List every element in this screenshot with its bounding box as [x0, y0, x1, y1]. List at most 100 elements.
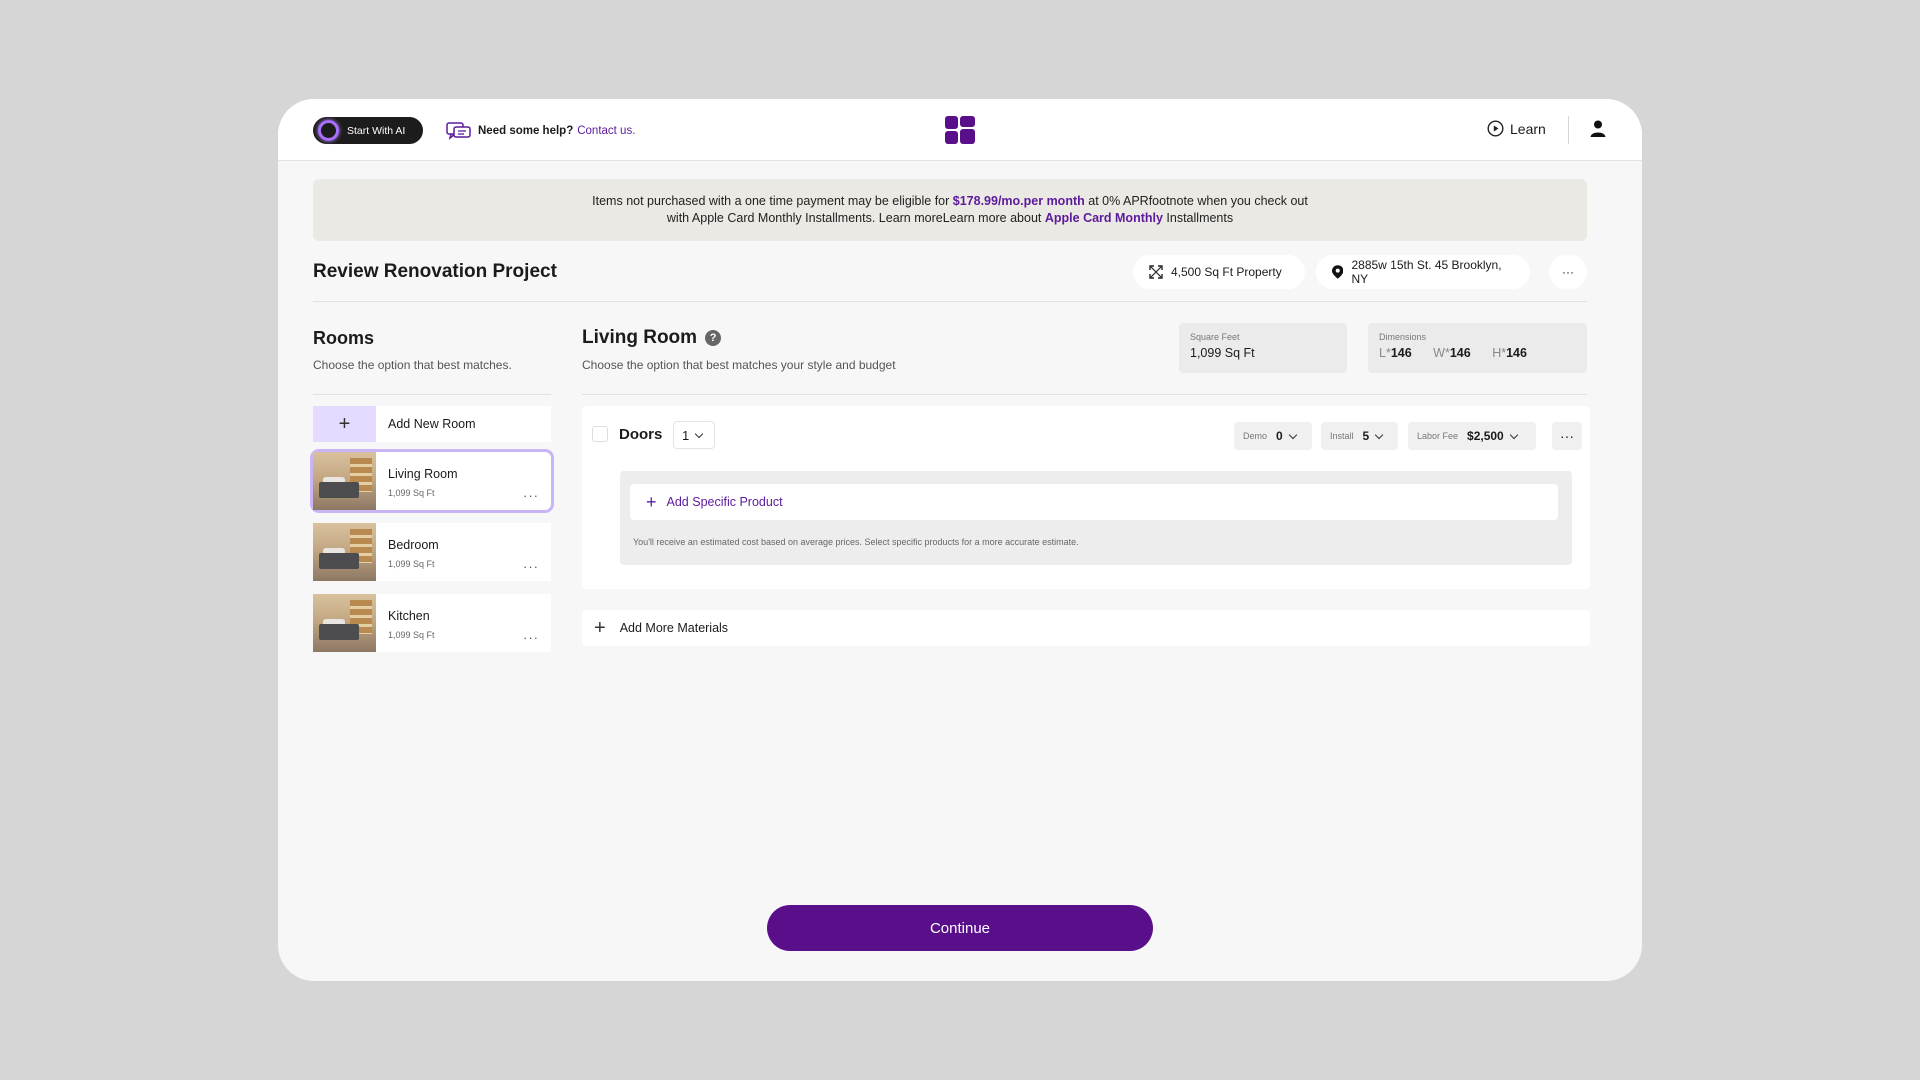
height-value: 146	[1506, 346, 1527, 360]
divider	[313, 301, 1587, 302]
plus-icon: +	[646, 491, 657, 512]
more-icon: ···	[1560, 428, 1574, 444]
estimate-note: You'll receive an estimated cost based o…	[633, 537, 1079, 547]
chevron-down-icon	[694, 429, 704, 438]
room-name: Living Room	[388, 467, 458, 481]
room-size: 1,099 Sq Ft	[388, 559, 435, 569]
banner-line-2: with Apple Card Monthly Installments. Le…	[313, 210, 1587, 227]
address-pill[interactable]: 2885w 15th St. 45 Brooklyn, NY	[1316, 255, 1530, 289]
property-size-label: 4,500 Sq Ft Property	[1171, 265, 1282, 279]
demo-select[interactable]: Demo 0	[1234, 422, 1312, 450]
chat-icon	[446, 122, 471, 140]
quantity-select[interactable]: 1	[673, 421, 715, 449]
more-icon[interactable]: ···	[523, 488, 539, 503]
learn-label: Learn	[1510, 120, 1546, 137]
divider	[582, 394, 1587, 395]
quantity-value: 1	[682, 427, 690, 443]
plus-icon: +	[313, 406, 376, 442]
room-size: 1,099 Sq Ft	[388, 488, 435, 498]
logo-icon	[945, 116, 975, 144]
banner-text: Items not purchased with a one time paym…	[592, 194, 953, 208]
project-more-button[interactable]: ···	[1549, 255, 1587, 289]
divider	[313, 394, 551, 395]
banner-line-1: Items not purchased with a one time paym…	[313, 193, 1587, 210]
banner-apple-card-link[interactable]: Apple Card Monthly	[1045, 211, 1163, 225]
room-item-living-room[interactable]: Living Room 1,099 Sq Ft ···	[310, 449, 554, 513]
learn-button[interactable]: Learn	[1487, 120, 1546, 137]
play-icon	[1487, 120, 1504, 137]
page-title: Review Renovation Project	[313, 261, 557, 282]
demo-label: Demo	[1243, 431, 1268, 441]
rooms-heading: Rooms	[313, 328, 375, 348]
room-thumbnail	[313, 594, 376, 652]
more-icon[interactable]: ···	[523, 559, 539, 574]
help-prompt: Need some help? Contact us.	[446, 121, 635, 141]
room-item-kitchen[interactable]: Kitchen 1,099 Sq Ft ···	[313, 594, 551, 652]
question-icon[interactable]: ?	[705, 330, 722, 346]
room-item-bedroom[interactable]: Bedroom 1,099 Sq Ft ···	[313, 523, 551, 581]
room-detail-subtitle: Choose the option that best matches your…	[582, 358, 896, 372]
more-icon[interactable]: ···	[523, 630, 539, 645]
chevron-down-icon	[1288, 430, 1297, 439]
divider	[1568, 116, 1569, 144]
material-card-doors: Doors 1 Demo 0 Install 5 Labor Fee $2,50…	[582, 406, 1590, 589]
more-icon: ···	[1562, 265, 1574, 279]
material-more-button[interactable]: ···	[1552, 422, 1582, 450]
property-size-pill[interactable]: 4,500 Sq Ft Property	[1133, 255, 1305, 289]
dimensions-values: L*146 W*146 H*146	[1379, 346, 1576, 360]
add-new-room-button[interactable]: + Add New Room	[313, 406, 551, 442]
room-title-label: Living Room	[582, 327, 698, 348]
add-more-materials-button[interactable]: + Add More Materials	[582, 610, 1590, 646]
banner-text: Installments	[1162, 211, 1234, 225]
square-feet-value: 1,099 Sq Ft	[1190, 346, 1255, 360]
location-pin-icon	[1332, 265, 1344, 279]
height-key: H*	[1492, 346, 1507, 360]
financing-banner: Items not purchased with a one time paym…	[313, 179, 1587, 241]
install-label: Install	[1330, 431, 1354, 441]
install-select[interactable]: Install 5	[1321, 422, 1398, 450]
room-detail-title: Living Room ?	[582, 327, 722, 349]
material-checkbox[interactable]	[592, 426, 608, 442]
install-value: 5	[1362, 429, 1370, 443]
continue-button[interactable]: Continue	[767, 905, 1153, 951]
chevron-down-icon	[1509, 430, 1518, 439]
app-window: Start With AI Need some help? Contact us…	[278, 99, 1642, 981]
labor-fee-label: Labor Fee	[1417, 431, 1459, 441]
top-bar: Start With AI Need some help? Contact us…	[278, 99, 1642, 161]
product-section: + Add Specific Product You'll receive an…	[620, 471, 1572, 565]
dimensions-field[interactable]: Dimensions L*146 W*146 H*146	[1368, 323, 1587, 373]
square-feet-field[interactable]: Square Feet 1,099 Sq Ft	[1179, 323, 1347, 373]
room-name: Bedroom	[388, 538, 439, 552]
demo-value: 0	[1276, 429, 1283, 443]
length-value: 146	[1390, 346, 1412, 360]
room-thumbnail	[313, 523, 376, 581]
material-name: Doors	[619, 426, 663, 443]
help-text: Need some help?	[478, 125, 574, 137]
expand-icon	[1149, 265, 1163, 279]
labor-fee-value: $2,500	[1467, 429, 1504, 443]
add-specific-product-button[interactable]: + Add Specific Product	[630, 484, 1558, 520]
room-size: 1,099 Sq Ft	[388, 630, 435, 640]
room-name: Kitchen	[388, 609, 430, 623]
add-specific-product-label: Add Specific Product	[666, 495, 783, 509]
rooms-subtitle: Choose the option that best matches.	[313, 358, 512, 372]
length-key: L*	[1379, 346, 1391, 360]
dimensions-label: Dimensions	[1379, 332, 1427, 342]
start-with-ai-button[interactable]: Start With AI	[313, 117, 423, 144]
address-label: 2885w 15th St. 45 Brooklyn, NY	[1351, 258, 1502, 286]
contact-us-link[interactable]: Contact us.	[577, 125, 635, 137]
banner-text: at 0% APRfootnote when you check out	[1084, 194, 1308, 208]
banner-price: $178.99/mo.per month	[952, 194, 1085, 208]
width-value: 146	[1449, 346, 1471, 360]
chevron-down-icon	[1374, 430, 1384, 439]
user-icon[interactable]	[1589, 119, 1607, 139]
start-with-ai-label: Start With AI	[347, 124, 406, 137]
room-thumbnail	[313, 452, 376, 510]
labor-fee-select[interactable]: Labor Fee $2,500	[1408, 422, 1536, 450]
plus-icon: +	[594, 616, 606, 639]
ai-ring-icon	[318, 120, 339, 141]
banner-text: with Apple Card Monthly Installments. Le…	[666, 211, 1045, 225]
width-key: W*	[1433, 346, 1450, 360]
square-feet-label: Square Feet	[1190, 332, 1240, 342]
add-new-room-label: Add New Room	[388, 417, 476, 431]
